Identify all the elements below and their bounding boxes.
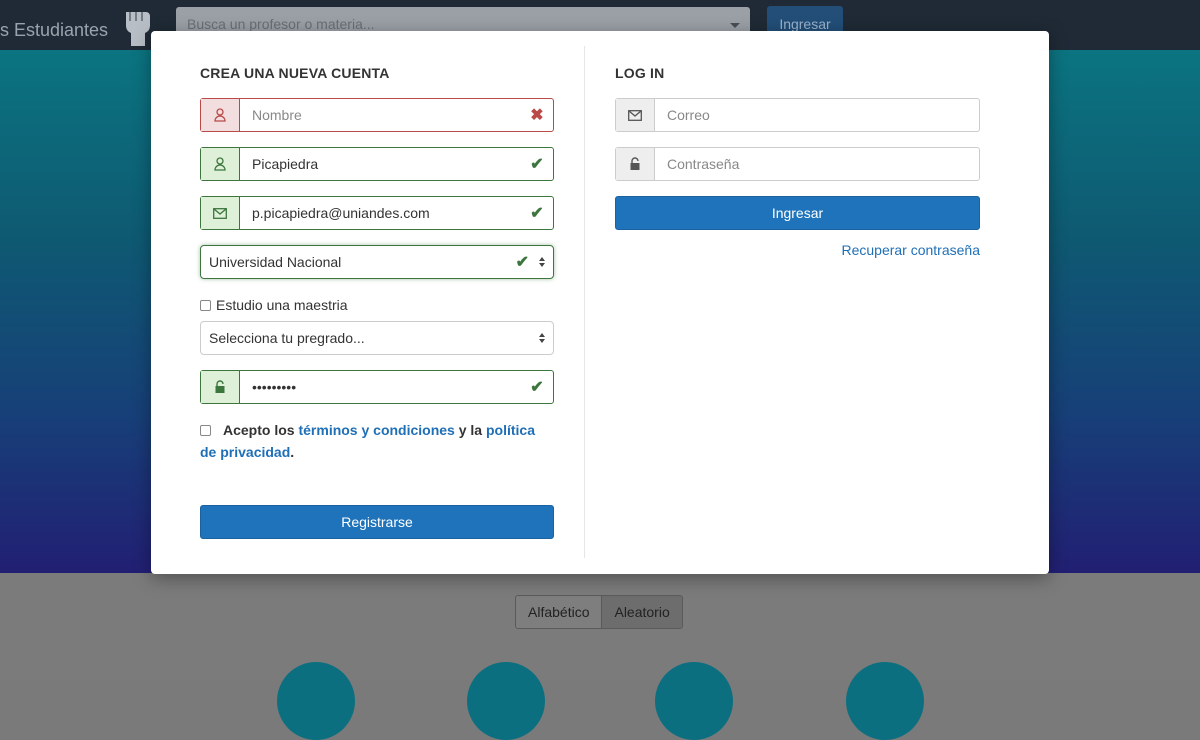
login-email-field[interactable]: Correo — [615, 98, 980, 132]
terms-agreement: Acepto los términos y condiciones y la p… — [200, 419, 550, 463]
university-value: Universidad Nacional — [209, 254, 342, 270]
envelope-icon — [616, 99, 655, 131]
email-field[interactable]: p.picapiedra@uniandes.com ✔ — [200, 196, 554, 230]
select-arrows-icon — [535, 333, 549, 343]
terms-checkbox[interactable] — [200, 425, 211, 436]
sort-random-button[interactable]: Aleatorio — [601, 596, 682, 628]
chevron-down-icon — [730, 23, 740, 28]
unlock-icon — [201, 371, 240, 403]
masters-checkbox[interactable] — [200, 299, 211, 311]
select-arrows-icon — [535, 257, 549, 267]
login-email-placeholder: Correo — [667, 107, 710, 123]
password-value: ••••••••• — [252, 379, 297, 395]
password-field[interactable]: ••••••••• ✔ — [200, 370, 554, 404]
recover-password-link[interactable]: Recuperar contraseña — [841, 242, 980, 258]
university-select[interactable]: Universidad Nacional ✔ — [200, 245, 554, 279]
undergrad-select[interactable]: Selecciona tu pregrado... — [200, 321, 554, 355]
column-divider — [584, 46, 585, 558]
register-button[interactable]: Registrarse — [200, 505, 554, 539]
masters-label: Estudio una maestria — [216, 297, 348, 313]
avatar[interactable] — [467, 662, 545, 740]
first-name-field[interactable]: Nombre ✖ — [200, 98, 554, 132]
avatar[interactable] — [655, 662, 733, 740]
avatar[interactable] — [277, 662, 355, 740]
envelope-icon — [201, 197, 240, 229]
terms-suffix: . — [290, 444, 295, 460]
check-icon: ✔ — [530, 379, 544, 396]
fist-logo-icon[interactable] — [120, 4, 154, 48]
email-value: p.picapiedra@uniandes.com — [252, 205, 430, 221]
user-icon — [201, 148, 240, 180]
error-x-icon: ✖ — [530, 107, 544, 124]
last-name-value: Picapiedra — [252, 156, 319, 172]
unlock-icon — [616, 148, 655, 180]
login-password-field[interactable]: Contraseña — [615, 147, 980, 181]
undergrad-value: Selecciona tu pregrado... — [209, 330, 365, 346]
register-title: CREA UNA NUEVA CUENTA — [200, 65, 390, 81]
terms-middle: y la — [458, 422, 483, 438]
last-name-field[interactable]: Picapiedra ✔ — [200, 147, 554, 181]
user-icon — [201, 99, 240, 131]
check-icon: ✔ — [530, 205, 544, 222]
login-title: LOG IN — [615, 65, 665, 81]
masters-checkbox-row[interactable]: Estudio una maestria — [200, 297, 348, 313]
login-button[interactable]: Ingresar — [615, 196, 980, 230]
sort-toggle: Alfabético Aleatorio — [515, 595, 683, 629]
first-name-placeholder: Nombre — [252, 107, 302, 123]
brand-name[interactable]: s Estudiantes — [0, 20, 108, 41]
terms-prefix: Acepto los — [223, 422, 295, 438]
check-icon: ✔ — [515, 254, 529, 271]
check-icon: ✔ — [530, 156, 544, 173]
search-placeholder: Busca un profesor o materia... — [187, 16, 375, 32]
login-password-placeholder: Contraseña — [667, 156, 740, 172]
auth-modal: CREA UNA NUEVA CUENTA Nombre ✖ Picapiedr… — [151, 31, 1049, 574]
sort-alphabetical-button[interactable]: Alfabético — [516, 596, 602, 628]
avatar[interactable] — [846, 662, 924, 740]
terms-link[interactable]: términos y condiciones — [298, 422, 454, 438]
